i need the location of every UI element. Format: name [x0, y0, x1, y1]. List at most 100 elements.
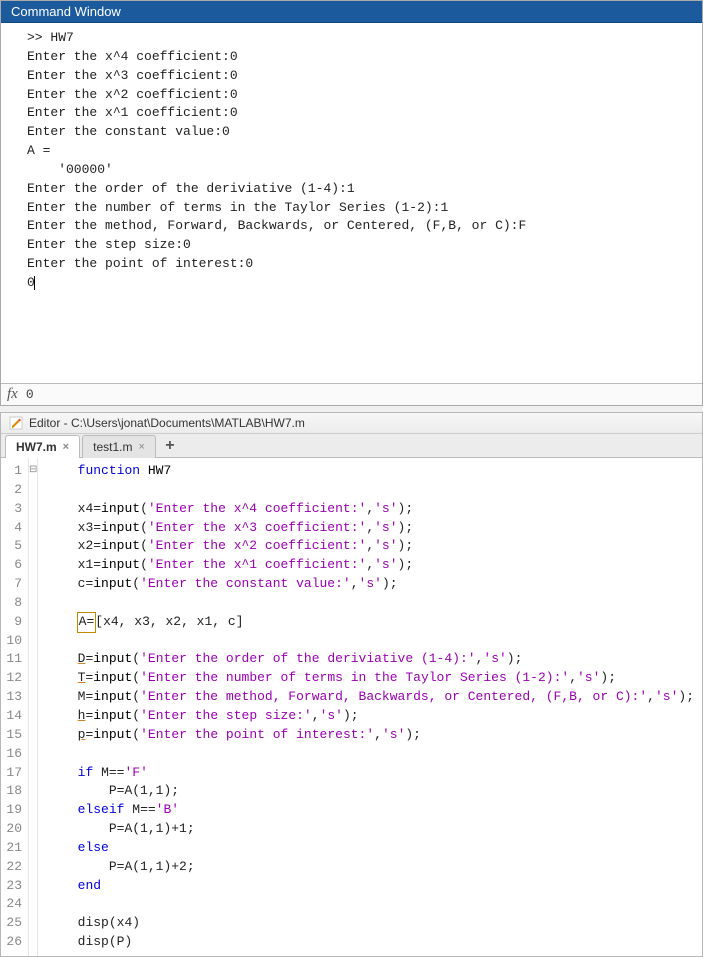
fold-marker: [29, 914, 37, 933]
code-line: h=input('Enter the step size:','s');: [46, 707, 694, 726]
line-number: 25: [5, 914, 22, 933]
code-line: c=input('Enter the constant value:','s')…: [46, 575, 694, 594]
fold-marker: [29, 858, 37, 877]
cmd-output-line: A =: [27, 142, 692, 161]
code-line: p=input('Enter the point of interest:','…: [46, 726, 694, 745]
cmd-output-line: 0: [27, 274, 692, 293]
editor-tabstrip: HW7.m × test1.m × +: [1, 434, 702, 458]
line-number: 20: [5, 820, 22, 839]
fold-marker: [29, 764, 37, 783]
code-line: x2=input('Enter the x^2 coefficient:','s…: [46, 537, 694, 556]
code-line: M=input('Enter the method, Forward, Back…: [46, 688, 694, 707]
line-number-gutter: 1234567891011121314151617181920212223242…: [1, 458, 29, 956]
cmd-output-line: >> HW7: [27, 29, 692, 48]
add-tab-button[interactable]: +: [158, 434, 182, 457]
code-line: [46, 594, 694, 613]
fold-marker: [29, 481, 37, 500]
tab-label: HW7.m: [16, 440, 57, 454]
editor-pencil-icon: [9, 416, 23, 430]
fold-column: ⊟: [29, 458, 38, 956]
fold-marker: [29, 669, 37, 688]
code-line: T=input('Enter the number of terms in th…: [46, 669, 694, 688]
line-number: 3: [5, 500, 22, 519]
fold-marker: [29, 500, 37, 519]
command-window-title: Command Window: [11, 4, 121, 19]
line-number: 7: [5, 575, 22, 594]
fold-marker: [29, 688, 37, 707]
line-number: 13: [5, 688, 22, 707]
cmd-output-line: Enter the x^1 coefficient:0: [27, 104, 692, 123]
code-area: 1234567891011121314151617181920212223242…: [1, 458, 702, 956]
cmd-output-line: Enter the step size:0: [27, 236, 692, 255]
editor-panel: Editor - C:\Users\jonat\Documents\MATLAB…: [0, 412, 703, 957]
line-number: 17: [5, 764, 22, 783]
fold-marker: [29, 613, 37, 632]
code-text[interactable]: function HW7 x4=input('Enter the x^4 coe…: [38, 458, 702, 956]
code-line: [46, 895, 694, 914]
code-line: if M=='F': [46, 764, 694, 783]
fold-marker: [29, 575, 37, 594]
fx-icon: fx: [7, 386, 18, 403]
line-number: 18: [5, 782, 22, 801]
fx-bar[interactable]: fx 0: [1, 383, 702, 405]
tab-label: test1.m: [93, 440, 132, 454]
code-line: P=A(1,1)+1;: [46, 820, 694, 839]
fold-marker: [29, 650, 37, 669]
fold-marker[interactable]: ⊟: [29, 462, 37, 481]
fold-marker: [29, 537, 37, 556]
line-number: 10: [5, 632, 22, 651]
editor-header[interactable]: Editor - C:\Users\jonat\Documents\MATLAB…: [1, 413, 702, 434]
fold-marker: [29, 707, 37, 726]
code-line: x1=input('Enter the x^1 coefficient:','s…: [46, 556, 694, 575]
command-window-titlebar[interactable]: Command Window: [1, 1, 702, 23]
line-number: 15: [5, 726, 22, 745]
text-cursor: [34, 276, 35, 290]
close-icon[interactable]: ×: [138, 442, 144, 453]
code-line: [46, 632, 694, 651]
fold-marker: [29, 877, 37, 896]
code-line: P=A(1,1)+2;: [46, 858, 694, 877]
cmd-output-line: Enter the point of interest:0: [27, 255, 692, 274]
fold-marker: [29, 895, 37, 914]
code-line: D=input('Enter the order of the deriviat…: [46, 650, 694, 669]
editor-tab-hw7-m[interactable]: HW7.m ×: [5, 435, 80, 458]
cmd-output-line: Enter the order of the deriviative (1-4)…: [27, 180, 692, 199]
close-icon[interactable]: ×: [63, 442, 69, 453]
code-line: A=[x4, x3, x2, x1, c]: [46, 613, 694, 632]
code-line: [46, 745, 694, 764]
cmd-output-line: Enter the x^3 coefficient:0: [27, 67, 692, 86]
editor-title: Editor - C:\Users\jonat\Documents\MATLAB…: [29, 416, 305, 430]
line-number: 19: [5, 801, 22, 820]
fold-marker: [29, 782, 37, 801]
code-line: end: [46, 877, 694, 896]
line-number: 5: [5, 537, 22, 556]
code-line: elseif M=='B': [46, 801, 694, 820]
cmd-output-line: Enter the constant value:0: [27, 123, 692, 142]
fold-marker: [29, 933, 37, 952]
line-number: 9: [5, 613, 22, 632]
line-number: 16: [5, 745, 22, 764]
line-number: 11: [5, 650, 22, 669]
cmd-output-line: '00000': [27, 161, 692, 180]
cmd-output-line: Enter the method, Forward, Backwards, or…: [27, 217, 692, 236]
fx-value: 0: [26, 387, 34, 402]
cmd-output-line: Enter the number of terms in the Taylor …: [27, 199, 692, 218]
line-number: 26: [5, 933, 22, 952]
code-line: x4=input('Enter the x^4 coefficient:','s…: [46, 500, 694, 519]
code-line: P=A(1,1);: [46, 782, 694, 801]
command-window-panel: Command Window >> HW7Enter the x^4 coeff…: [0, 0, 703, 406]
line-number: 12: [5, 669, 22, 688]
line-number: 4: [5, 519, 22, 538]
line-number: 8: [5, 594, 22, 613]
code-line: disp(x4): [46, 914, 694, 933]
editor-tab-test1-m[interactable]: test1.m ×: [82, 435, 156, 458]
line-number: 24: [5, 895, 22, 914]
line-number: 14: [5, 707, 22, 726]
code-line: disp(P): [46, 933, 694, 952]
fold-marker: [29, 820, 37, 839]
fold-marker: [29, 745, 37, 764]
line-number: 21: [5, 839, 22, 858]
command-window-output[interactable]: >> HW7Enter the x^4 coefficient:0Enter t…: [1, 23, 702, 383]
code-line: [46, 481, 694, 500]
code-line: function HW7: [46, 462, 694, 481]
